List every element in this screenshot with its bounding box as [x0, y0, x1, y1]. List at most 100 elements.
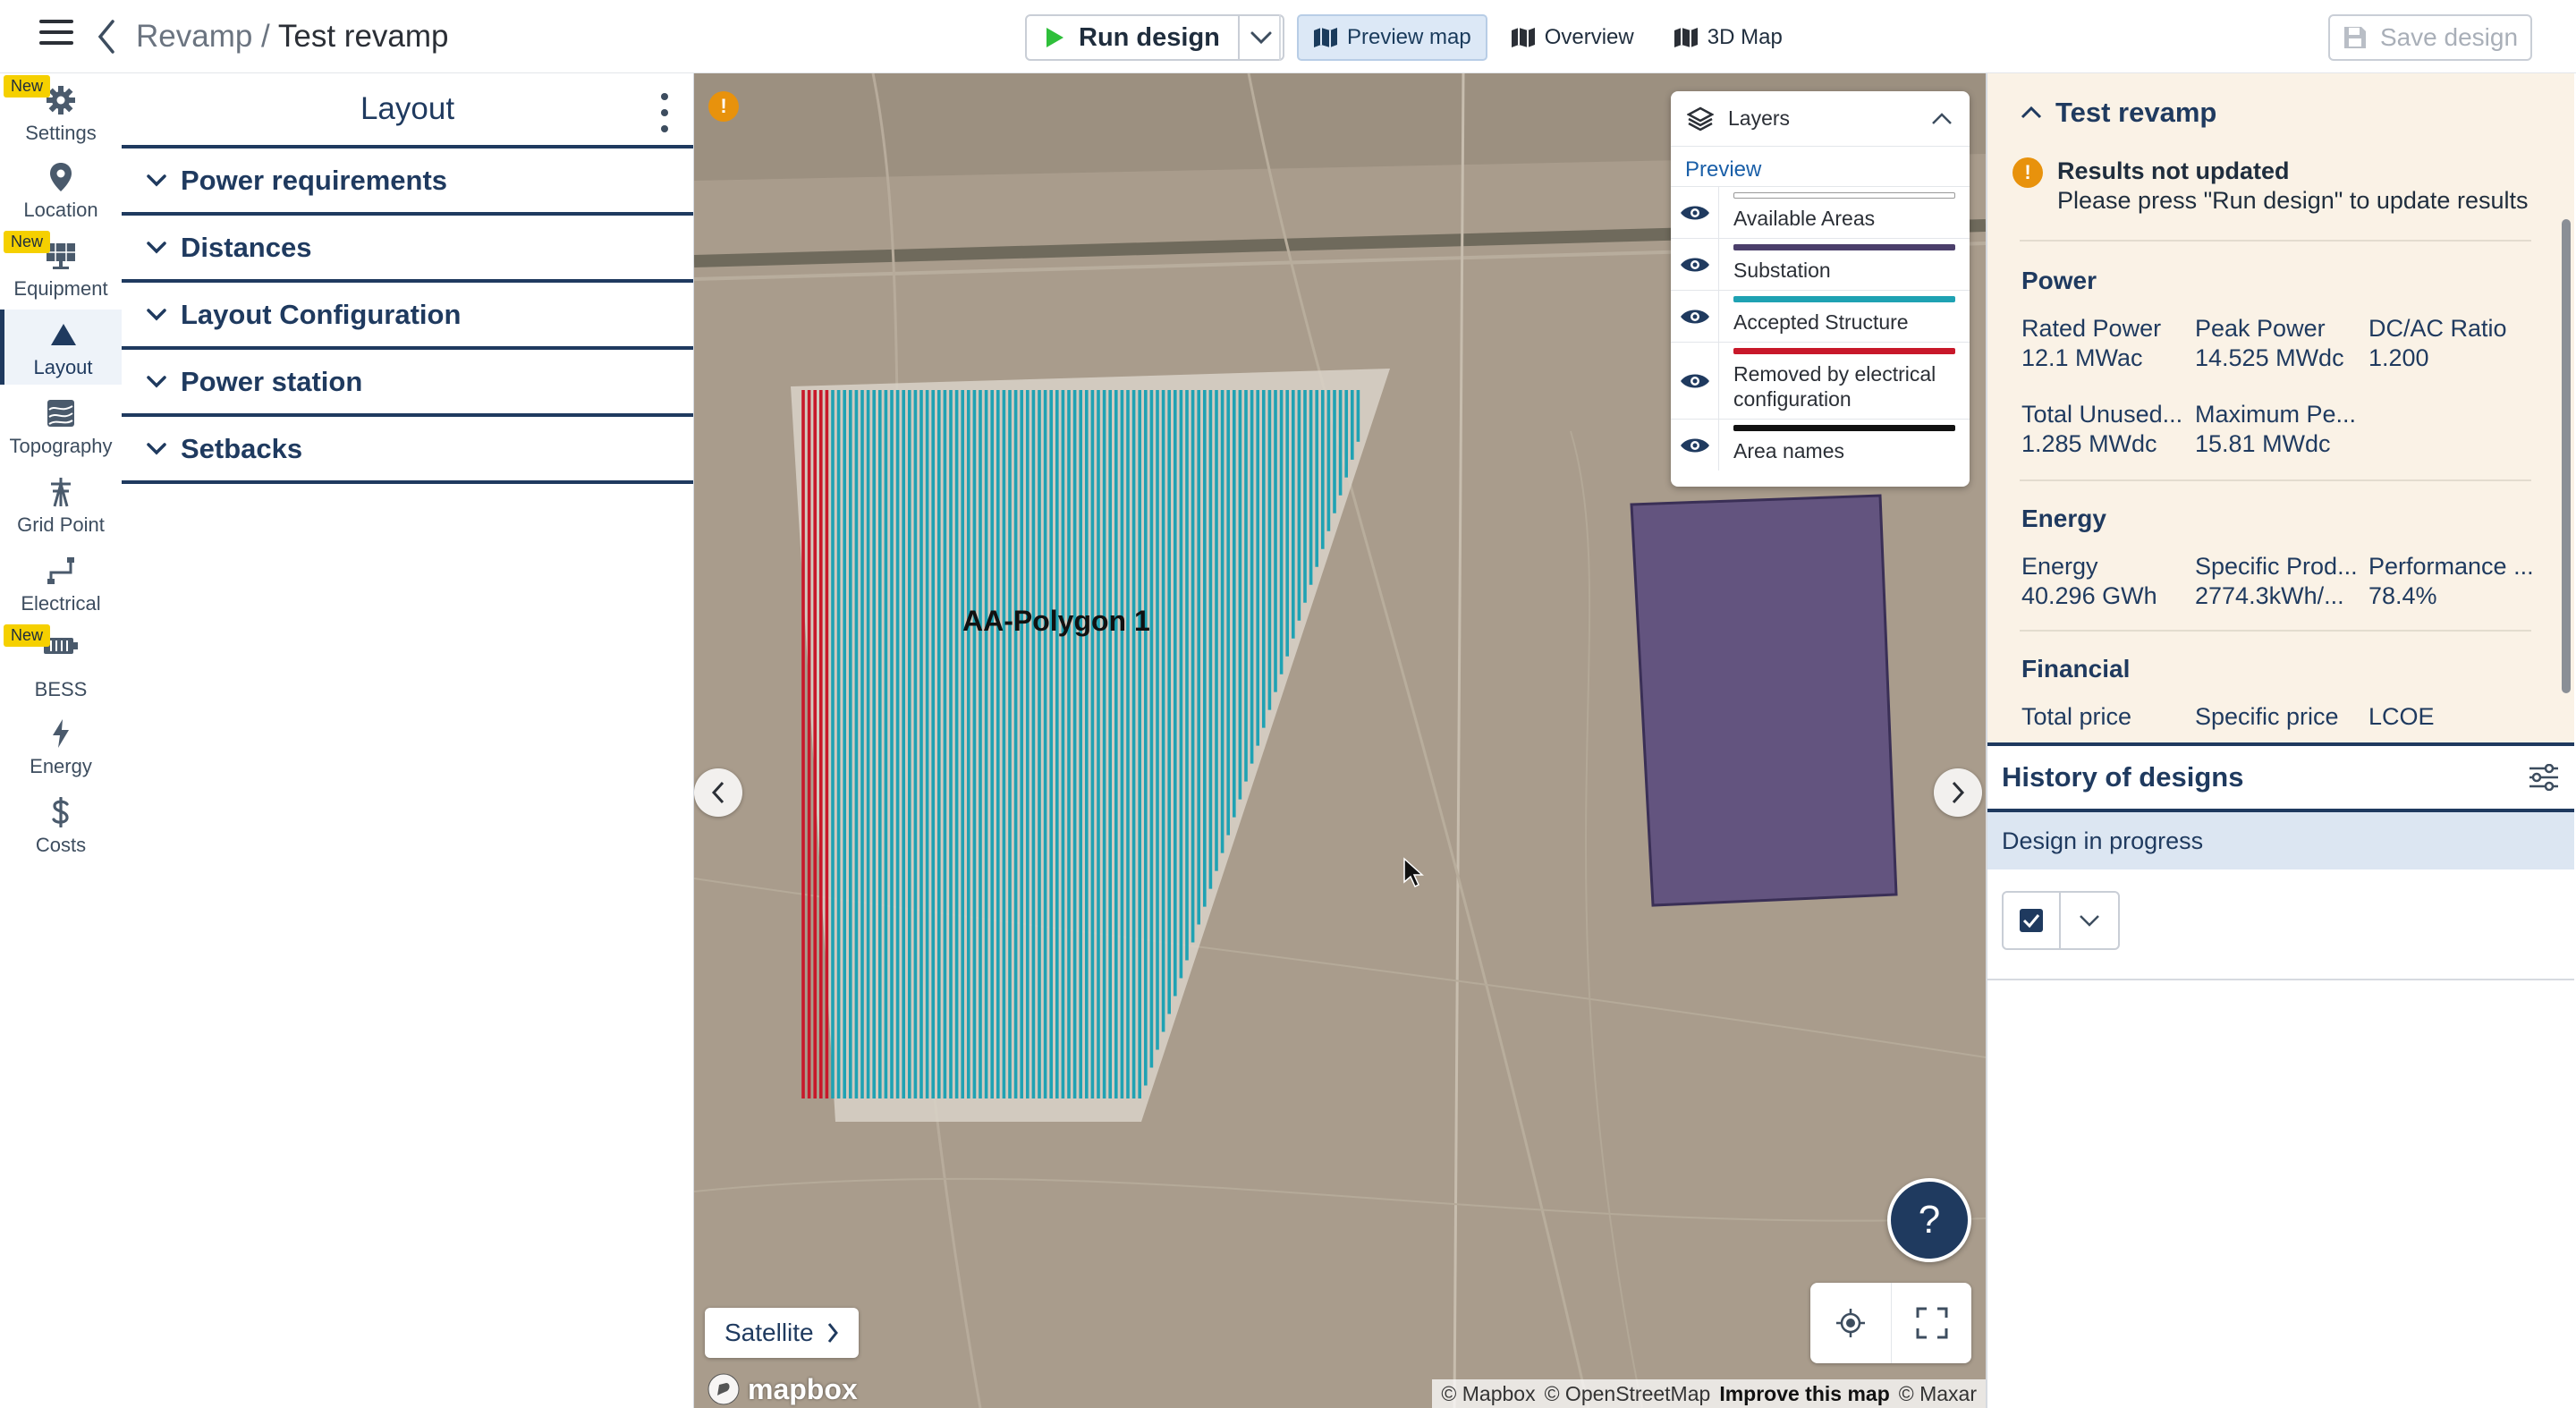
filter-sliders-icon[interactable]	[2528, 764, 2560, 791]
hamburger-menu-icon[interactable]	[39, 20, 73, 54]
basemap-toggle-button[interactable]: Satellite	[705, 1308, 859, 1358]
map-prev-button[interactable]	[694, 768, 742, 817]
nav-item-equipment[interactable]: New Equipment	[0, 231, 122, 306]
crosshair-icon	[1836, 1309, 1865, 1337]
map-canvas[interactable]: ! AA-Polygon 1 Layers Preview Available …	[694, 73, 1986, 1408]
new-badge: New	[4, 231, 51, 253]
metric-maximum-peak: Maximum Pe... 15.81 MWdc	[2195, 401, 2370, 458]
electrical-icon	[43, 555, 79, 587]
eye-icon[interactable]	[1671, 187, 1719, 238]
nav-label: Grid Point	[17, 513, 105, 536]
section-power-requirements[interactable]: Power requirements	[122, 148, 693, 216]
metric-label: Energy	[2021, 553, 2098, 580]
nav-item-location[interactable]: Location	[0, 152, 122, 227]
history-title: History of designs	[2002, 761, 2244, 793]
metric-rated-power: Rated Power 12.1 MWac	[2021, 315, 2197, 372]
metric-specific-price: Specific price	[2195, 703, 2370, 731]
breadcrumb-parent[interactable]: Revamp	[136, 19, 252, 54]
locate-button[interactable]	[1810, 1283, 1891, 1363]
chevron-right-icon	[827, 1323, 838, 1343]
nav-item-grid-point[interactable]: Grid Point	[0, 467, 122, 542]
metric-dc-ac-ratio: DC/AC Ratio 1.200	[2368, 315, 2544, 372]
nav-label: Costs	[35, 834, 87, 856]
metric-label: Specific price	[2195, 703, 2339, 730]
map-next-button[interactable]	[1934, 768, 1982, 817]
save-design-label: Save design	[2379, 23, 2519, 51]
results-title-toggle[interactable]: Test revamp	[2020, 97, 2216, 129]
warning-text: Please press "Run design" to update resu…	[2057, 187, 2529, 214]
eye-icon[interactable]	[1671, 239, 1719, 290]
layer-color-swatch	[1733, 425, 1955, 431]
attribution-mapbox[interactable]: © Mapbox	[1441, 1382, 1535, 1406]
basemap-label: Satellite	[724, 1319, 814, 1346]
chevron-down-icon	[147, 174, 166, 186]
history-row-in-progress[interactable]: Design in progress	[1987, 812, 2574, 869]
run-design-dropdown-button[interactable]	[1239, 14, 1284, 61]
nav-label: Layout	[33, 356, 93, 378]
layers-header[interactable]: Layers	[1671, 91, 1970, 147]
metric-value: 1.285 MWdc	[2021, 430, 2157, 457]
layer-label: Area names	[1733, 439, 1845, 462]
lightning-icon	[43, 717, 79, 750]
layout-panel-header: Layout	[122, 73, 693, 148]
power-section-title: Power	[2021, 267, 2097, 294]
nav-item-bess[interactable]: New BESS	[0, 624, 122, 707]
eye-icon[interactable]	[1671, 420, 1719, 471]
map-controls	[1810, 1283, 1971, 1363]
map-icon	[1314, 28, 1337, 47]
nav-item-layout[interactable]: Layout	[0, 310, 122, 385]
map-icon	[1674, 28, 1698, 47]
select-all-checkbox[interactable]	[2004, 893, 2061, 948]
history-select-control	[2002, 891, 2120, 950]
nav-item-settings[interactable]: New Settings	[0, 75, 122, 150]
metric-label: Total price	[2021, 703, 2132, 730]
results-scrollbar[interactable]	[2562, 219, 2571, 693]
mapbox-logo[interactable]: mapbox	[707, 1372, 858, 1406]
attribution-osm[interactable]: © OpenStreetMap	[1545, 1382, 1711, 1406]
eye-icon[interactable]	[1671, 343, 1719, 419]
chevron-down-icon	[147, 375, 166, 387]
metric-label: DC/AC Ratio	[2368, 315, 2507, 342]
mapbox-logo-icon	[708, 1373, 740, 1405]
section-layout-configuration[interactable]: Layout Configuration	[122, 283, 693, 350]
eye-icon[interactable]	[1671, 291, 1719, 342]
nav-item-topography[interactable]: Topography	[0, 388, 122, 463]
tab-preview-map[interactable]: Preview map	[1297, 14, 1487, 61]
tab-3d-map[interactable]: 3D Map	[1657, 14, 1799, 61]
layout-panel: Layout Power requirements Distances Layo…	[122, 73, 694, 1408]
triangle-icon	[46, 318, 81, 351]
layer-row: Removed by electrical configuration	[1671, 342, 1970, 419]
section-setbacks[interactable]: Setbacks	[122, 417, 693, 484]
results-title: Test revamp	[2055, 97, 2217, 128]
more-options-icon[interactable]	[656, 93, 674, 132]
chevron-up-icon[interactable]	[1930, 112, 1953, 126]
attribution-maxar[interactable]: © Maxar	[1899, 1382, 1977, 1406]
metric-lcoe: LCOE	[2368, 703, 2544, 731]
warning-icon[interactable]: !	[708, 91, 739, 122]
chevron-down-icon	[2080, 915, 2099, 927]
select-dropdown-button[interactable]	[2061, 893, 2118, 948]
nav-item-energy[interactable]: Energy	[0, 708, 122, 784]
nav-item-costs[interactable]: Costs	[0, 787, 122, 862]
improve-map-link[interactable]: Improve this map	[1719, 1382, 1889, 1406]
save-design-button[interactable]: Save design	[2328, 14, 2532, 61]
metric-specific-production: Specific Prod... 2774.3kWh/...	[2195, 553, 2370, 610]
save-icon	[2343, 27, 2366, 48]
dollar-icon	[43, 796, 79, 828]
chevron-down-icon	[1250, 31, 1272, 45]
breadcrumb: Revamp / Test revamp	[136, 18, 449, 55]
energy-section-title: Energy	[2021, 505, 2106, 532]
help-button[interactable]: ?	[1887, 1178, 1971, 1262]
run-design-button[interactable]: Run design	[1025, 14, 1240, 61]
mapbox-wordmark: mapbox	[748, 1372, 858, 1405]
fullscreen-button[interactable]	[1891, 1283, 1971, 1363]
back-chevron-icon[interactable]	[93, 16, 120, 57]
results-sidebar: Test revamp ! Results not updated Please…	[1986, 73, 2576, 1408]
warning-icon: !	[2012, 157, 2043, 188]
nav-item-electrical[interactable]: Electrical	[0, 546, 122, 621]
section-distances[interactable]: Distances	[122, 216, 693, 283]
view-tabs: Preview map Overview 3D Map	[1297, 14, 1799, 61]
section-power-station[interactable]: Power station	[122, 350, 693, 417]
tab-overview[interactable]: Overview	[1495, 14, 1650, 61]
new-badge: New	[4, 75, 51, 98]
